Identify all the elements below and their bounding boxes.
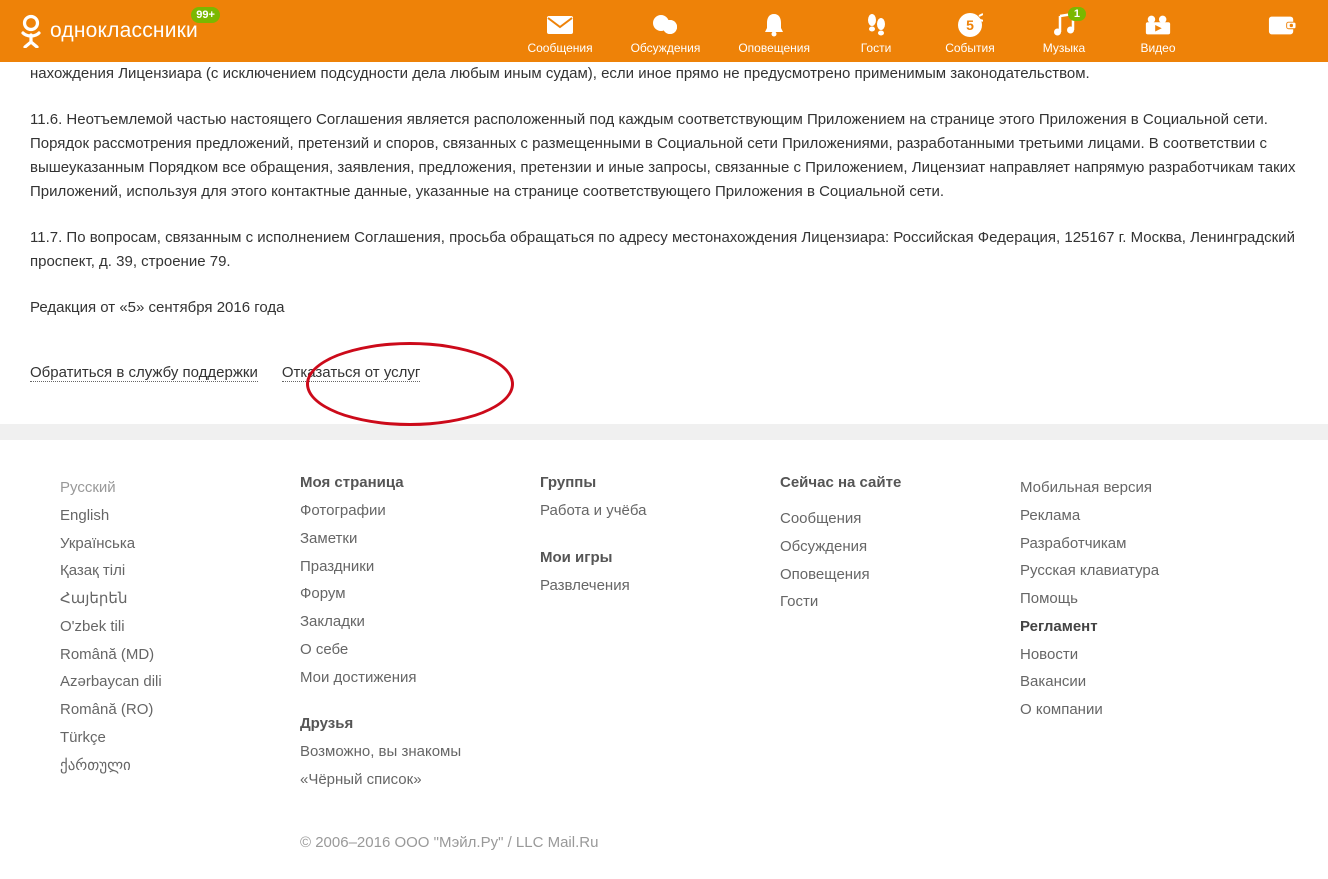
lang-option[interactable]: Română (MD)	[60, 641, 300, 669]
lang-option[interactable]: Українська	[60, 530, 300, 558]
nav-wallet[interactable]	[1254, 13, 1310, 37]
nav-notifications[interactable]: Оповещения	[738, 13, 810, 55]
footer-link[interactable]: Реклама	[1020, 502, 1268, 530]
nav-label: Гости	[861, 41, 892, 55]
contact-support-link[interactable]: Обратиться в службу поддержки	[30, 364, 258, 382]
lang-option[interactable]: Қазақ тілі	[60, 557, 300, 585]
nav-label: Обсуждения	[631, 41, 701, 55]
footer-link[interactable]: Вакансии	[1020, 668, 1268, 696]
footer-link[interactable]: Мобильная версия	[1020, 474, 1268, 502]
nav-label: Сообщения	[527, 41, 592, 55]
envelope-icon	[546, 13, 574, 37]
nav-discussions[interactable]: Обсуждения	[631, 13, 701, 55]
copyright: © 2006–2016 ООО "Мэйл.Ру" / LLC Mail.Ru	[300, 834, 1268, 851]
lang-option[interactable]: English	[60, 502, 300, 530]
footer-col-my-page: Моя страница Фотографии Заметки Праздник…	[300, 474, 540, 794]
lang-option[interactable]: Azərbaycan dili	[60, 668, 300, 696]
nav-label: События	[945, 41, 995, 55]
footer-link[interactable]: Оповещения	[780, 561, 1020, 589]
footer-link[interactable]: Работа и учёба	[540, 497, 780, 525]
footer-heading-now-online: Сейчас на сайте	[780, 474, 1020, 491]
logo-text: одноклассники	[50, 19, 198, 43]
lang-current[interactable]: Русский	[60, 474, 300, 502]
nav-video[interactable]: Видео	[1130, 13, 1186, 55]
footer-link[interactable]: Закладки	[300, 608, 540, 636]
section-divider	[0, 424, 1328, 440]
paragraph-11-7: 11.7. По вопросам, связанным с исполнени…	[30, 226, 1298, 274]
footer-link[interactable]: Форум	[300, 580, 540, 608]
footer-link[interactable]: Праздники	[300, 553, 540, 581]
footer-col-misc: Мобильная версия Реклама Разработчикам Р…	[1020, 474, 1268, 794]
footer-link[interactable]: Русская клавиатура	[1020, 557, 1268, 585]
main-content: нахождения Лицензиара (с исключением под…	[0, 62, 1328, 410]
lang-option[interactable]: ქართული	[60, 752, 300, 780]
footer-col-now-online: Сейчас на сайте Сообщения Обсуждения Опо…	[780, 474, 1020, 794]
footer-link-reglament-active[interactable]: Регламент	[1020, 613, 1268, 641]
video-icon	[1144, 13, 1172, 37]
footer-heading-my-page[interactable]: Моя страница	[300, 474, 540, 491]
footer-link[interactable]: Разработчикам	[1020, 530, 1268, 558]
footer-link[interactable]: Гости	[780, 588, 1020, 616]
paragraph-11-5-tail: нахождения Лицензиара (с исключением под…	[30, 62, 1298, 86]
footer-link[interactable]: «Чёрный список»	[300, 766, 540, 794]
wallet-icon	[1268, 13, 1296, 37]
refuse-services-link[interactable]: Отказаться от услуг	[282, 364, 421, 382]
lang-option[interactable]: O'zbek tili	[60, 613, 300, 641]
lang-option[interactable]: Română (RO)	[60, 696, 300, 724]
footer-col-groups: Группы Работа и учёба Мои игры Развлечен…	[540, 474, 780, 794]
footer-link[interactable]: Мои достижения	[300, 664, 540, 692]
paragraph-11-6: 11.6. Неотъемлемой частью настоящего Сог…	[30, 108, 1298, 204]
top-nav: Сообщения Обсуждения Оповещения Гости 5 …	[527, 7, 1310, 55]
footer-heading-groups[interactable]: Группы	[540, 474, 780, 491]
footer-link[interactable]: О себе	[300, 636, 540, 664]
footer-link[interactable]: Фотографии	[300, 497, 540, 525]
footer-heading-friends[interactable]: Друзья	[300, 715, 540, 732]
nav-music[interactable]: 1 Музыка	[1036, 13, 1092, 55]
footer-heading-my-games[interactable]: Мои игры	[540, 549, 780, 566]
music-badge: 1	[1068, 7, 1086, 21]
lang-option[interactable]: Հայերեն	[60, 585, 300, 613]
footer-link[interactable]: Развлечения	[540, 572, 780, 600]
footer-link[interactable]: Сообщения	[780, 505, 1020, 533]
notifications-badge: 99+	[191, 7, 220, 23]
footer: Русский English Українська Қазақ тілі Հա…	[0, 440, 1328, 879]
footer-link[interactable]: Новости	[1020, 641, 1268, 669]
action-links-row: Обратиться в службу поддержки Отказаться…	[30, 364, 1298, 382]
footer-col-languages: Русский English Українська Қазақ тілі Հա…	[60, 474, 300, 794]
bell-icon	[760, 13, 788, 37]
footer-link[interactable]: Заметки	[300, 525, 540, 553]
svg-text:5: 5	[966, 17, 974, 33]
footer-link[interactable]: Обсуждения	[780, 533, 1020, 561]
highlight-ellipse-annotation	[306, 342, 514, 426]
nav-guests[interactable]: Гости	[848, 13, 904, 55]
five-icon: 5	[956, 13, 984, 37]
revision-date: Редакция от «5» сентября 2016 года	[30, 296, 1298, 320]
chat-icon	[651, 13, 679, 37]
footprints-icon	[862, 13, 890, 37]
footer-link[interactable]: О компании	[1020, 696, 1268, 724]
nav-events[interactable]: 5 События	[942, 13, 998, 55]
nav-messages[interactable]: Сообщения	[527, 13, 592, 55]
nav-label: Видео	[1140, 41, 1175, 55]
ok-logo-icon	[18, 14, 44, 48]
nav-label: Оповещения	[738, 41, 810, 55]
lang-option[interactable]: Türkçe	[60, 724, 300, 752]
logo[interactable]: одноклассники 99+	[18, 14, 198, 48]
footer-link[interactable]: Возможно, вы знакомы	[300, 738, 540, 766]
nav-label: Музыка	[1043, 41, 1085, 55]
top-header: одноклассники 99+ Сообщения Обсуждения О…	[0, 0, 1328, 62]
footer-link[interactable]: Помощь	[1020, 585, 1268, 613]
